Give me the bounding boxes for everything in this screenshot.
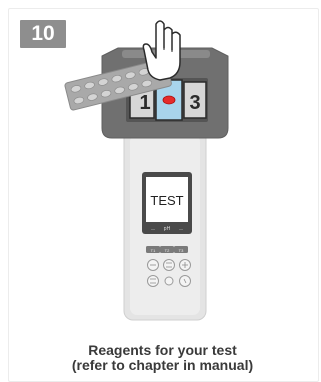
hand-icon	[142, 20, 181, 81]
svg-text:T2: T2	[165, 248, 170, 253]
screen-text: TEST	[150, 193, 183, 208]
screen-bar-center: pH	[164, 226, 171, 232]
key-t1: T1	[146, 246, 160, 253]
chamber-3-label: 3	[189, 92, 200, 114]
round-key-2	[163, 259, 175, 271]
screen-bar-right: —	[179, 226, 183, 231]
key-t2: T2	[160, 246, 174, 253]
photometer-illustration: 1 3 TEST — pH — T1 T2 T3	[64, 20, 229, 321]
round-key-4	[147, 275, 159, 287]
svg-text:T3: T3	[179, 248, 184, 253]
key-t3: T3	[174, 246, 188, 253]
caption-line-1: Reagents for your test	[88, 342, 237, 358]
red-tablet	[162, 95, 176, 105]
caption-line-2: (refer to chapter in manual)	[71, 357, 254, 373]
step-number-badge: 10	[20, 20, 66, 48]
svg-text:T1: T1	[151, 248, 156, 253]
screen-bar-left: —	[151, 226, 155, 231]
round-key-5	[164, 276, 174, 286]
chamber-1-label: 1	[139, 92, 150, 114]
